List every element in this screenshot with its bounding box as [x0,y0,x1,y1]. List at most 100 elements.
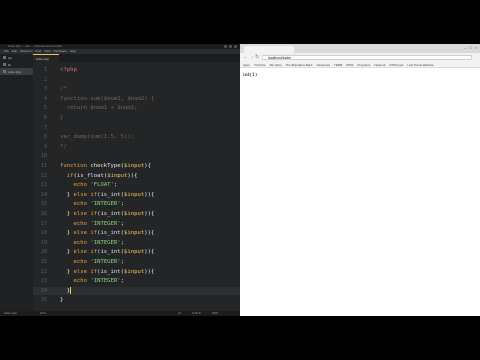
status-cursor-position: 24:5 [40,311,46,315]
code-line[interactable]: 24 } [33,286,240,295]
code-line[interactable]: 12 if(is_float($input)){ [33,172,240,180]
forward-icon[interactable]: → [249,54,254,60]
close-icon[interactable]: × [475,45,477,50]
line-number: 23 [40,278,47,285]
bookmark-lost-travel[interactable]: Lost Travel Website [407,62,433,67]
code-text[interactable]: } [60,286,72,295]
minimize-icon[interactable]: – [464,45,466,50]
code-text[interactable]: var_dump(sum(1.5, 5)); [60,133,134,141]
code-line[interactable]: 22 } else if(is_int($input)){ [33,268,240,276]
code-text[interactable]: <?php [60,66,77,74]
code-text[interactable]: echo 'INTEGER'; [60,277,124,285]
maximize-button[interactable] [229,45,232,48]
line-number: 3 [43,86,47,93]
reload-icon[interactable]: ↻ [255,54,259,60]
bookmark-facebook[interactable]: Facebook [317,62,330,67]
bookmark-irss[interactable]: IRSS [346,62,353,67]
tree-item-ide[interactable]: ide [0,54,33,61]
code-line[interactable]: 19 echo 'INTEGER'; [33,239,240,247]
code-text[interactable]: } else if(is_int($input)){ [60,248,155,256]
code-text[interactable]: echo 'INTEGER'; [60,239,124,247]
code-line[interactable]: 3 /* [33,85,240,93]
bookmark-brandless-bank[interactable]: The Brandless Bank [286,62,313,67]
code-line[interactable]: 11 function checkType($input){ [33,162,240,170]
code-line[interactable]: 4 function sum($num1, $num2) { [33,95,240,103]
code-text[interactable]: echo 'FLOAT'; [60,181,117,189]
bookmark-network[interactable]: Network [374,62,385,67]
folder-icon [3,56,6,59]
code-line[interactable]: 25} [33,296,240,304]
close-button[interactable] [234,45,237,48]
line-number: 16 [40,211,47,217]
browser-window: localhost/index – □ × ← → ↻ localhost/in… [240,44,480,316]
tab-index-php[interactable]: index.php [33,54,59,62]
maximize-icon[interactable]: □ [469,45,471,50]
line-number: 17 [40,220,47,227]
bookmark-youtube[interactable]: YouTube [254,62,266,67]
window-controls [224,45,237,48]
line-number: 6 [43,115,47,121]
code-line[interactable]: 13 echo 'FLOAT'; [33,181,240,189]
line-number: 11 [40,163,47,169]
code-text[interactable]: } [60,296,63,304]
code-line[interactable]: 1 <?php [33,66,240,74]
code-line[interactable]: 10 [33,152,240,160]
code-text[interactable]: } else if(is_int($input)){ [60,191,155,199]
code-line[interactable]: 14 } else if(is_int($input)){ [33,191,240,199]
code-line[interactable]: 15 echo 'INTEGER'; [33,200,240,208]
code-text[interactable]: echo 'INTEGER'; [60,200,124,208]
bookmark-programs[interactable]: Programs [357,62,370,67]
bookmark-term[interactable]: TERM [334,62,343,67]
code-text[interactable]: */ [60,143,67,151]
line-number: 14 [40,191,47,198]
code-line[interactable]: 18 } else if(is_int($input)){ [33,229,240,237]
code-line[interactable]: 2 [33,76,240,84]
line-number: 18 [40,230,47,237]
code-text[interactable]: } else if(is_int($input)){ [60,229,155,237]
bookmark-apps[interactable]: Apps [243,62,250,67]
line-number: 25 [40,297,47,304]
tab-label: index.php [36,57,50,61]
code-line[interactable]: 7 [33,124,240,132]
code-area[interactable]: 1 <?php 2 3/* 4 function sum($num1, $num2) {5… [33,62,240,311]
status-line-ending[interactable]: LF [178,311,182,316]
status-encoding[interactable]: UTF-8 [192,311,201,316]
code-text[interactable]: } else if(is_int($input)){ [60,268,155,276]
line-number: 7 [43,124,47,131]
code-line[interactable]: 8 var_dump(sum(1.5, 5)); [33,133,240,141]
code-text[interactable]: /* [60,85,67,93]
line-number: 20 [40,249,47,256]
bookmark-rss-feed[interactable]: RSS Feed [389,62,403,67]
tree-item-label: lib [8,62,12,67]
file-icon [3,70,6,73]
tree-item-index-php[interactable]: index.php [0,68,33,75]
editor-status-bar: index.php 24:5 LF UTF-8 PHP [0,311,240,316]
code-text[interactable]: return $num1 + $num2; [60,104,138,112]
code-line[interactable]: 20 } else if(is_int($input)){ [33,248,240,256]
code-text[interactable]: echo 'INTEGER'; [60,220,124,228]
code-line[interactable]: 23 echo 'INTEGER'; [33,277,240,285]
browser-tab[interactable]: localhost/index [244,46,294,60]
code-text[interactable]: if(is_float($input)){ [60,172,138,180]
status-grammar[interactable]: PHP [212,311,218,316]
code-line[interactable]: 21 echo 'INTEGER'; [33,258,240,266]
minimize-button[interactable] [224,45,227,48]
code-line[interactable]: 16 } else if(is_int($input)){ [33,210,240,218]
code-line[interactable]: 9 */ [33,143,240,151]
address-bar[interactable]: localhost/index [262,55,472,60]
code-text[interactable]: } else if(is_int($input)){ [60,210,155,218]
code-line[interactable]: 17 echo 'INTEGER'; [33,220,240,228]
bookmark-bet-slots[interactable]: Bet Slots [270,62,282,67]
line-number: 12 [40,172,47,179]
code-line[interactable]: 6} [33,114,240,122]
line-number: 19 [40,239,47,246]
code-text[interactable]: echo 'INTEGER'; [60,258,124,266]
code-text[interactable]: } [60,114,63,122]
back-icon[interactable]: ← [243,54,248,60]
line-number: 4 [43,95,47,102]
code-text[interactable]: function checkType($input){ [60,162,151,170]
code-text[interactable]: function sum($num1, $num2) { [60,95,154,103]
code-line[interactable]: 5 return $num1 + $num2; [33,104,240,112]
tree-item-lib[interactable]: lib [0,61,33,68]
line-number: 5 [43,105,47,112]
